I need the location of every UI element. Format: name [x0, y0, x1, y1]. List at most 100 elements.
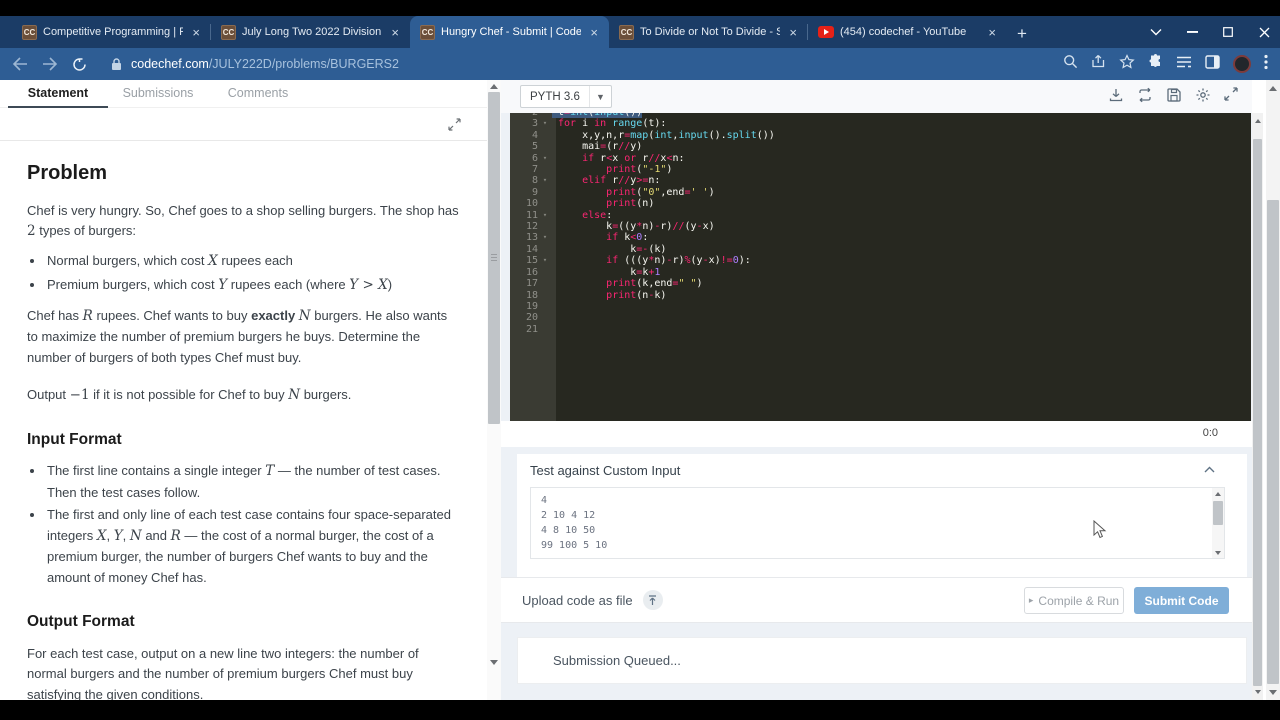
scroll-down-arrow[interactable]: [1266, 686, 1280, 698]
language-select[interactable]: PYTH 3.6 ▼: [520, 85, 612, 108]
code-token: (n): [636, 198, 655, 210]
code-token: " ": [678, 278, 697, 290]
line-number: 17: [525, 278, 538, 290]
code-text: if (((y*n)-r)%(y-x)!=0):: [552, 255, 751, 266]
scroll-down-arrow[interactable]: [1252, 686, 1263, 698]
code-editor[interactable]: 2t=int(input())3▾for i in range(t):4 x,y…: [510, 113, 1251, 421]
scroll-up-arrow[interactable]: [487, 80, 501, 92]
fold-toggle-icon[interactable]: ▾: [538, 175, 552, 186]
tab-close-button[interactable]: ×: [786, 26, 800, 39]
tab-search-chevron-icon[interactable]: [1150, 26, 1162, 38]
search-icon[interactable]: [1063, 54, 1078, 74]
tab-close-button[interactable]: ×: [388, 26, 402, 39]
scroll-down-arrow[interactable]: [487, 656, 501, 668]
browser-tab[interactable]: CC July Long Two 2022 Division 4 (R ×: [211, 16, 410, 48]
fold-toggle-icon[interactable]: ▾: [538, 210, 552, 221]
code-line: 11 ▾ else:: [510, 210, 1251, 221]
scrollbar-thumb[interactable]: [1267, 200, 1279, 684]
code-token: >=: [636, 175, 649, 187]
back-button[interactable]: [12, 57, 28, 71]
tab-close-button[interactable]: ×: [189, 26, 203, 39]
forward-button[interactable]: [42, 57, 58, 71]
page-scrollbar[interactable]: [1266, 80, 1280, 700]
browser-tab[interactable]: (454) codechef - YouTube ×: [808, 16, 1007, 48]
scrollbar-thumb[interactable]: [1253, 139, 1262, 686]
code-token: =-: [636, 243, 649, 255]
collapse-chevron-up-icon[interactable]: [1204, 466, 1215, 473]
code-line: 16 k=k+1: [510, 267, 1251, 278]
code-text: print("-1"): [552, 164, 672, 175]
statement-scrollbar[interactable]: [487, 80, 501, 700]
tab-submissions[interactable]: Submissions: [108, 80, 208, 108]
compile-run-button[interactable]: ▸ Compile & Run: [1024, 587, 1124, 614]
code-line: 18 print(n-k): [510, 290, 1251, 301]
line-number: 14: [525, 243, 538, 255]
custom-input-scrollbar[interactable]: [1212, 488, 1224, 558]
browser-tab[interactable]: CC To Divide or Not To Divide - Sub ×: [609, 16, 808, 48]
submit-panel-scrollbar[interactable]: [1252, 113, 1263, 700]
problem-tabs: Statement Submissions Comments: [0, 80, 487, 108]
side-panel-icon[interactable]: [1205, 54, 1220, 74]
maximize-button[interactable]: [1222, 26, 1234, 38]
upload-code-label: Upload code as file: [522, 592, 633, 608]
code-token: k: [558, 221, 613, 233]
browser-tab[interactable]: CC Hungry Chef - Submit | CodeChe ×: [410, 16, 609, 48]
submit-code-button[interactable]: Submit Code: [1134, 587, 1229, 614]
reset-icon[interactable]: [1137, 87, 1153, 103]
scroll-up-arrow[interactable]: [1266, 82, 1280, 94]
download-icon[interactable]: [1108, 87, 1124, 103]
expand-icon[interactable]: [1224, 87, 1238, 101]
tab-close-button[interactable]: ×: [985, 26, 999, 39]
line-number: 5: [531, 141, 538, 153]
code-line: 21: [510, 324, 1251, 335]
scrollbar-thumb[interactable]: [488, 92, 500, 424]
fold-toggle-icon[interactable]: ▾: [538, 118, 552, 129]
browser-tab[interactable]: CC Competitive Programming | Parti ×: [12, 16, 211, 48]
save-icon[interactable]: [1166, 87, 1182, 103]
reload-button[interactable]: [72, 57, 87, 72]
code-token: (y: [690, 255, 703, 267]
text-segment: R: [82, 308, 93, 325]
text-segment: Normal burgers, which cost: [47, 253, 209, 269]
tab-comments[interactable]: Comments: [208, 80, 308, 108]
fold-toggle-icon[interactable]: ▾: [538, 255, 552, 266]
custom-input-line: 4 8 10 50: [541, 525, 596, 536]
new-tab-button[interactable]: +: [1017, 25, 1027, 42]
scroll-up-arrow[interactable]: [1212, 488, 1224, 499]
fold-toggle-icon[interactable]: ▾: [538, 232, 552, 243]
fold-toggle-icon[interactable]: ▾: [538, 153, 552, 164]
code-token: x,y,n,r: [558, 129, 625, 141]
close-window-button[interactable]: [1258, 26, 1270, 38]
code-line: 14 k=-(k): [510, 244, 1251, 255]
minimize-button[interactable]: [1186, 26, 1198, 38]
share-icon[interactable]: [1091, 54, 1106, 74]
tab-close-button[interactable]: ×: [587, 26, 601, 39]
queue-list-icon[interactable]: [1176, 55, 1192, 74]
browser-window: CC Competitive Programming | Parti × CC July…: [0, 0, 1280, 720]
tab-title: (454) codechef - YouTube: [840, 26, 967, 38]
code-line: 6 ▾ if r<x or r//x<n:: [510, 153, 1251, 164]
scroll-up-arrow[interactable]: [1252, 115, 1263, 127]
scroll-down-arrow[interactable]: [1212, 547, 1224, 558]
code-token: (k,end: [636, 278, 673, 290]
bookmark-star-icon[interactable]: [1119, 54, 1135, 74]
custom-input-textarea[interactable]: 4 2 10 4 12 4 8 10 50 99 100 5 10: [530, 487, 1225, 559]
menu-dots-icon[interactable]: [1264, 54, 1268, 75]
tab-statement[interactable]: Statement: [8, 80, 108, 108]
url-bar[interactable]: codechef.com/JULY222D/problems/BURGERS2: [111, 57, 399, 71]
fullscreen-expand-icon[interactable]: [448, 118, 461, 131]
code-token: //: [672, 221, 685, 233]
extensions-puzzle-icon[interactable]: [1148, 54, 1163, 74]
settings-icon[interactable]: [1195, 87, 1211, 103]
code-token: else: [582, 209, 607, 221]
scrollbar-thumb[interactable]: [1213, 501, 1223, 525]
profile-avatar[interactable]: [1233, 55, 1251, 73]
letterbox-bottom: [0, 700, 1280, 720]
upload-icon[interactable]: [642, 590, 663, 610]
